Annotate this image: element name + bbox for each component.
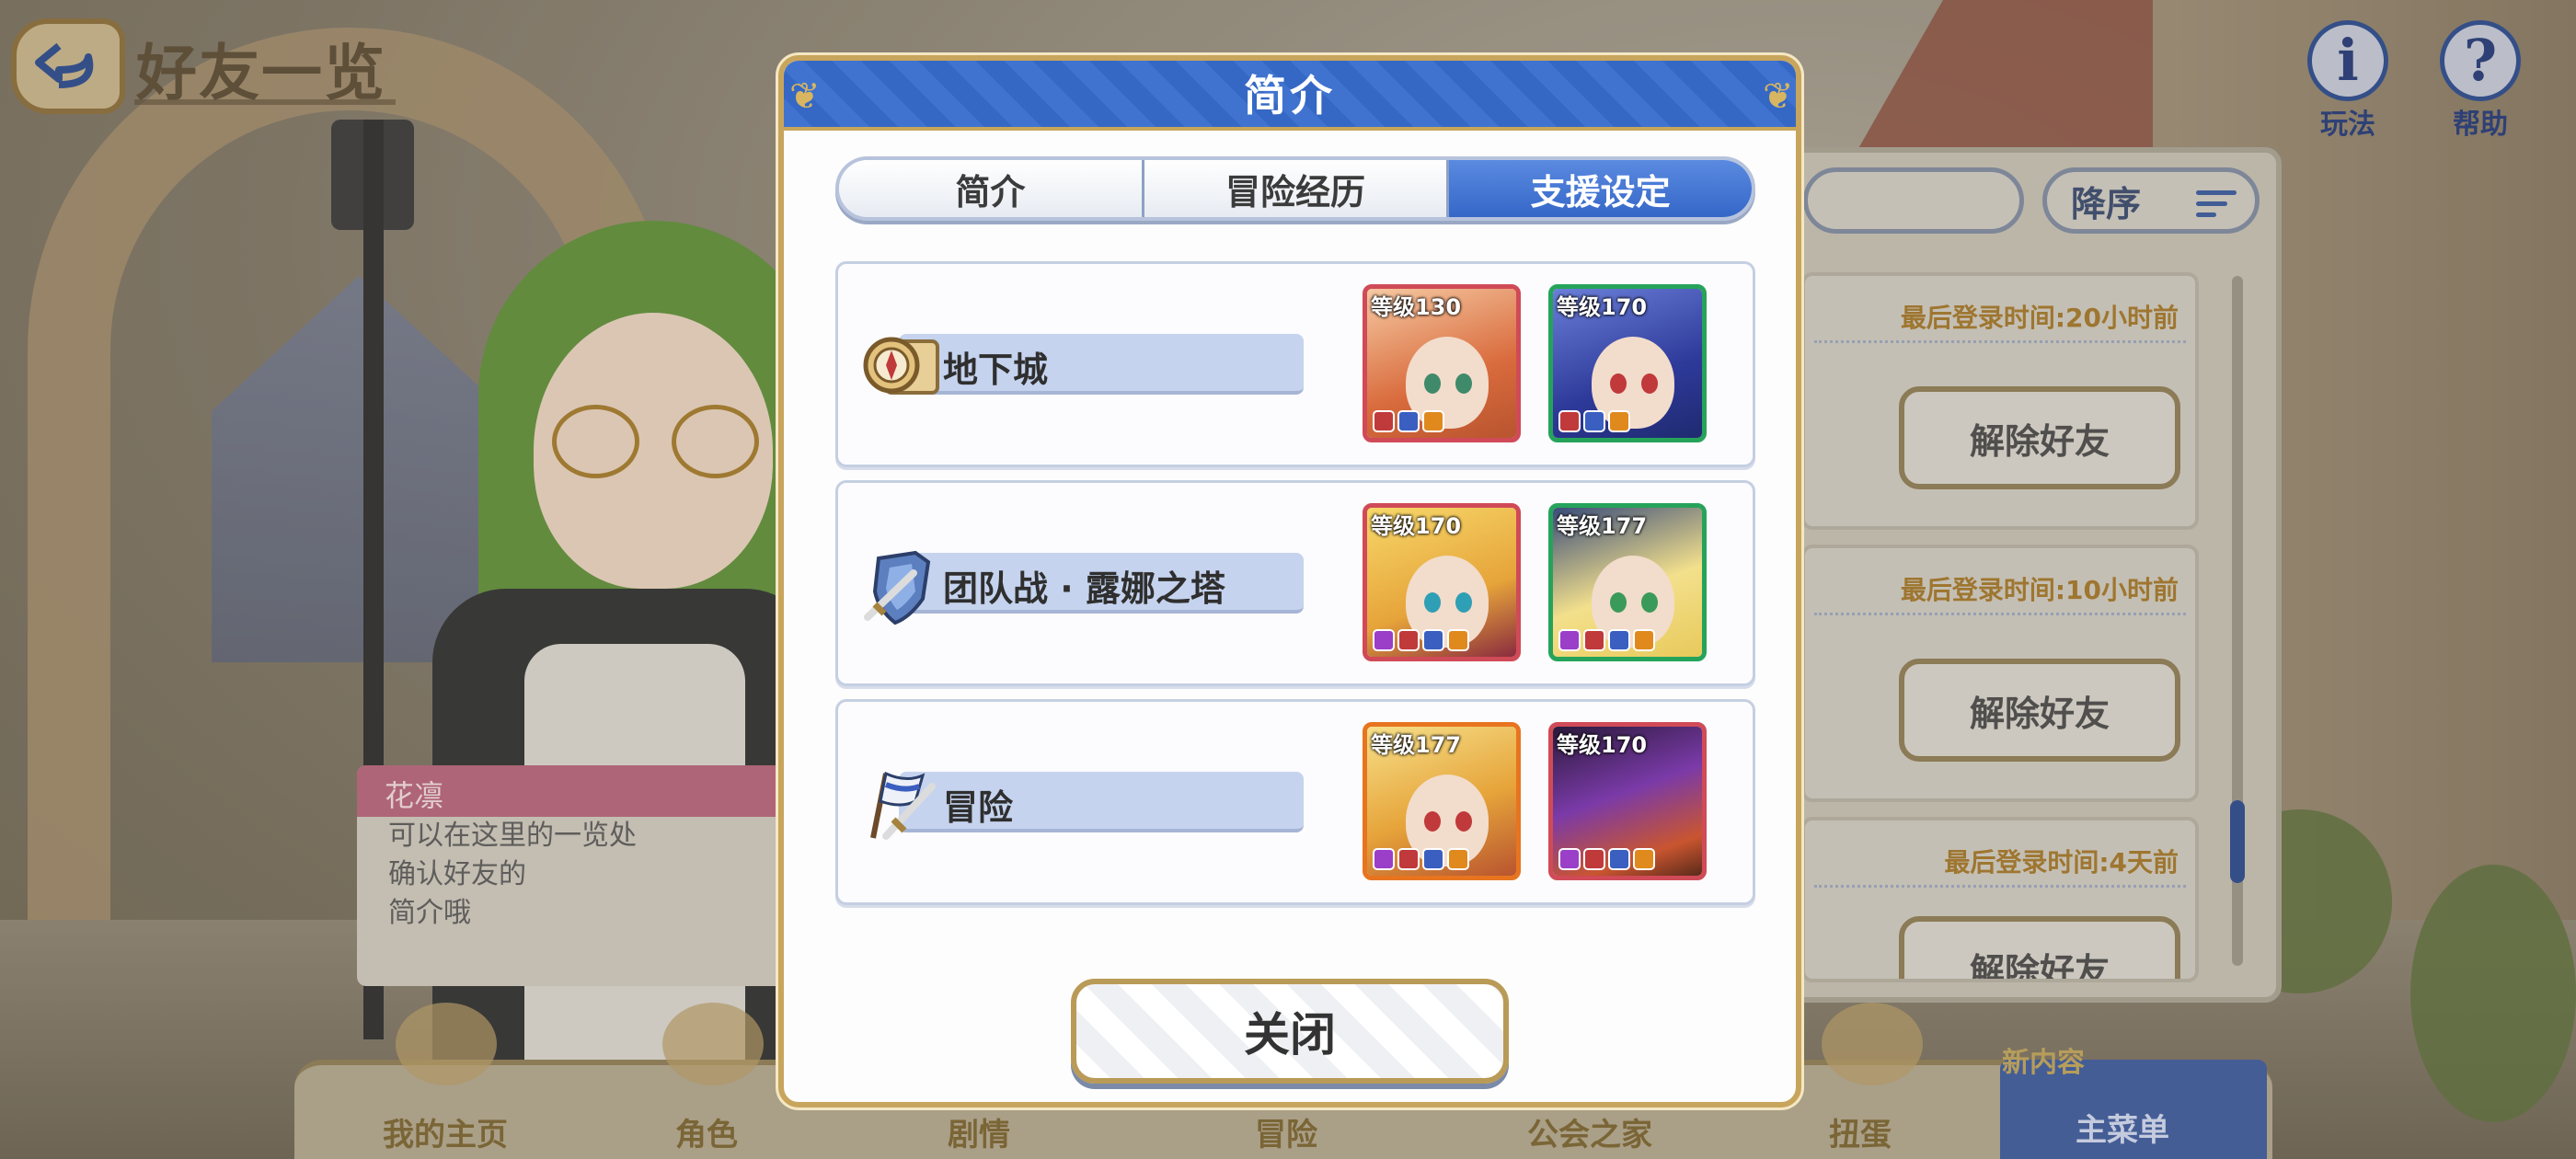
support-row-dungeon: 地下城 等级130 等级170 [835, 261, 1755, 467]
unit-level: 等级170 [1557, 732, 1648, 758]
tab-support-settings[interactable]: 支援设定 [1449, 160, 1752, 217]
unit-eye [1424, 811, 1441, 832]
tab-profile[interactable]: 简介 [839, 160, 1144, 217]
unit-badges [1558, 629, 1655, 651]
support-unit-card[interactable]: 等级177 [1548, 503, 1707, 661]
unit-level: 等级170 [1557, 294, 1648, 320]
unit-eye [1455, 811, 1472, 832]
support-row-adventure: 冒险 等级177 等级170 [835, 699, 1755, 905]
unit-eye [1641, 373, 1658, 394]
unit-badges [1558, 848, 1655, 870]
unit-level: 等级170 [1371, 513, 1462, 539]
unit-eye [1610, 373, 1627, 394]
support-unit-card[interactable]: 等级170 [1363, 503, 1521, 661]
unit-eye [1455, 592, 1472, 613]
unit-eye [1424, 592, 1441, 613]
support-unit-card[interactable]: 等级170 [1548, 284, 1707, 442]
row-label: 冒险 [943, 787, 1014, 828]
profile-modal: ❦ 简介 ❦ 简介 冒险经历 支援设定 地下城 等级130 等级170 团队战 … [778, 55, 1801, 1107]
map-compass-icon [863, 337, 939, 395]
unit-level: 等级130 [1371, 294, 1462, 320]
row-label: 地下城 [943, 350, 1049, 390]
row-label: 团队战 · 露娜之塔 [943, 568, 1225, 609]
unit-eye [1641, 592, 1658, 613]
unit-eye [1455, 373, 1472, 394]
unit-eye [1424, 373, 1441, 394]
unit-badges [1373, 848, 1469, 870]
support-unit-card[interactable]: 等级130 [1363, 284, 1521, 442]
corner-ornament-icon: ❦ [789, 75, 821, 118]
modal-title: 简介 [1244, 71, 1336, 120]
unit-level: 等级177 [1557, 513, 1648, 539]
tab-adventure-history[interactable]: 冒险经历 [1144, 160, 1450, 217]
modal-tabs: 简介 冒险经历 支援设定 [835, 156, 1755, 221]
flag-sword-icon [870, 771, 936, 840]
unit-level: 等级177 [1371, 732, 1462, 758]
unit-badges [1373, 410, 1444, 432]
support-row-clan-battle: 团队战 · 露娜之塔 等级170 等级177 [835, 480, 1755, 686]
support-unit-card[interactable]: 等级177 [1363, 722, 1521, 880]
unit-badges [1373, 629, 1469, 651]
corner-ornament-icon: ❦ [1763, 75, 1794, 118]
support-unit-card[interactable]: 等级170 [1548, 722, 1707, 880]
unit-badges [1558, 410, 1630, 432]
modal-header: ❦ 简介 ❦ [784, 61, 1796, 131]
close-button[interactable]: 关闭 [1071, 979, 1509, 1084]
unit-eye [1610, 592, 1627, 613]
shield-sword-icon [864, 550, 931, 625]
